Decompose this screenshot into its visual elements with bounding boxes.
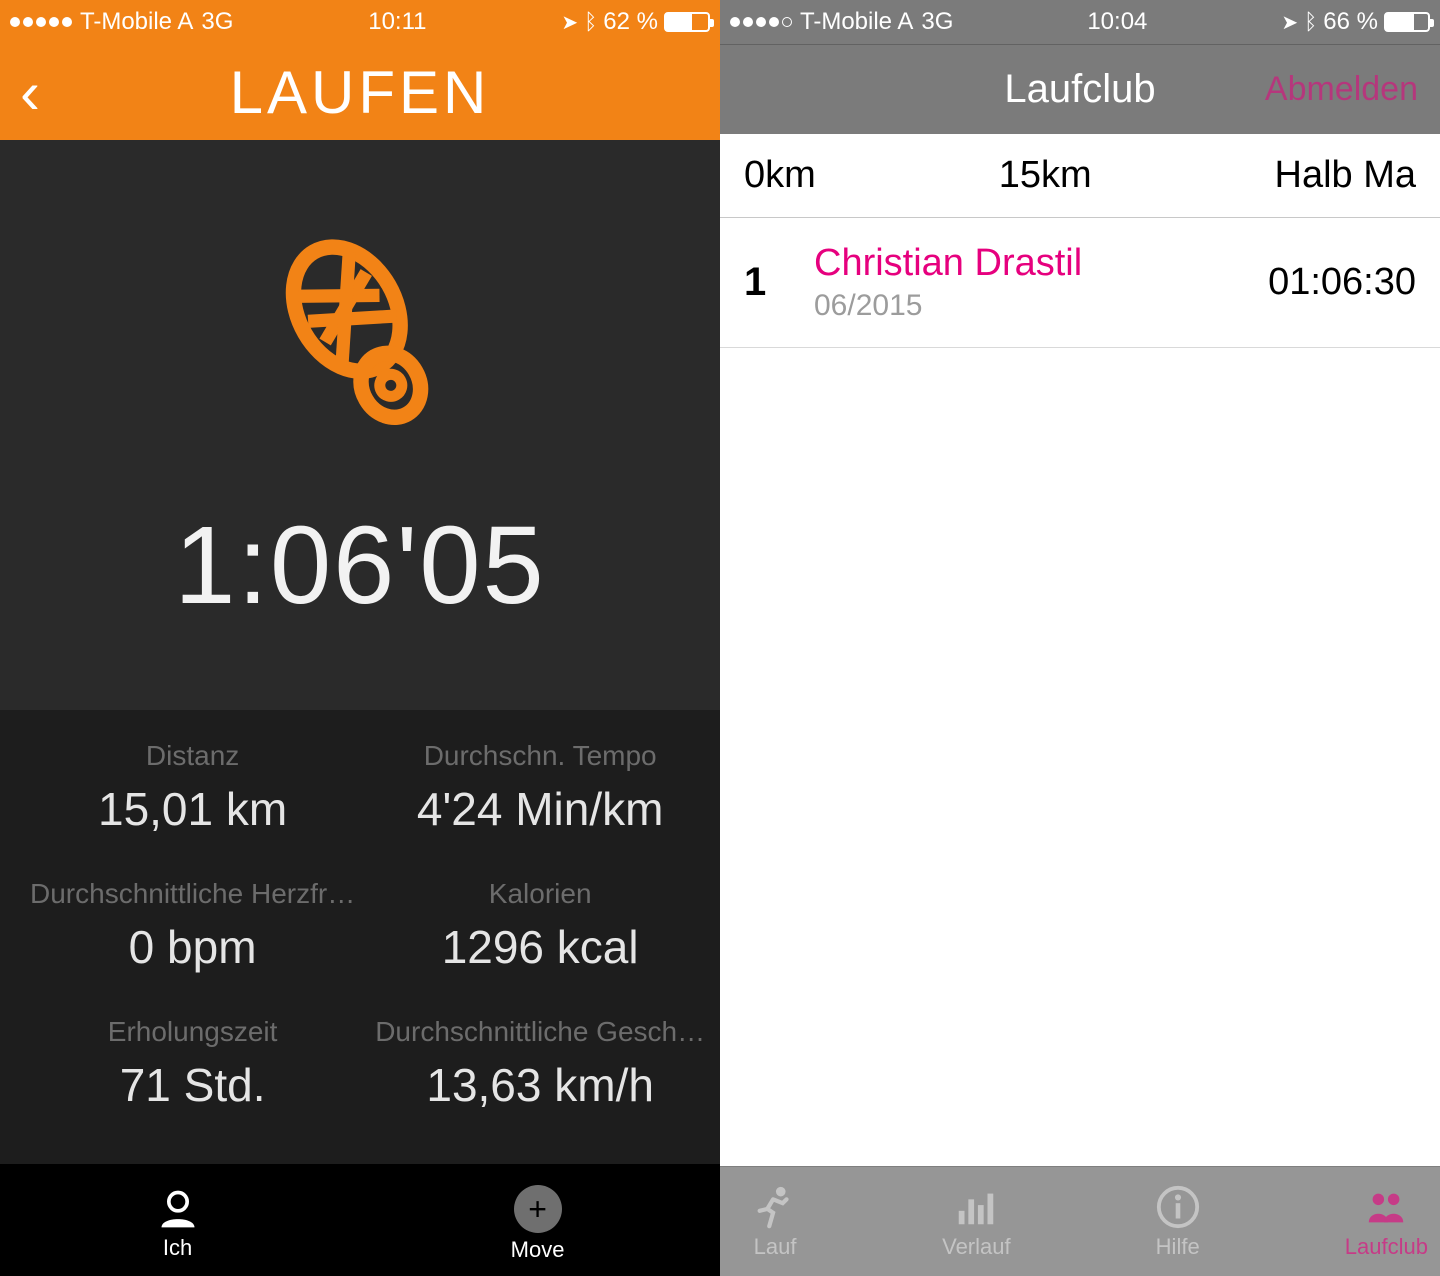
status-time: 10:11 <box>233 8 561 36</box>
tab-label: Laufclub <box>1345 1234 1428 1260</box>
network-label: 3G <box>921 8 953 36</box>
carrier-label: T-Mobile A <box>80 8 193 36</box>
stat-label: Durchschn. Tempo <box>365 740 715 772</box>
bluetooth-icon: ᛒ <box>1304 9 1317 35</box>
stat-label: Distanz <box>20 740 365 772</box>
rank-number: 1 <box>744 260 804 305</box>
stat-label: Durchschnittliche Herzfr… <box>20 878 365 910</box>
tab-label: Lauf <box>754 1234 797 1260</box>
hero-panel: 1:06'05 <box>0 140 720 710</box>
stat-avg-speed: Durchschnittliche Gesch… 13,63 km/h <box>365 1016 715 1154</box>
tabbar-right: Lauf Verlauf Hilfe <box>720 1166 1440 1276</box>
tab-label: Hilfe <box>1156 1234 1200 1260</box>
tab-move[interactable]: + Move <box>511 1185 565 1263</box>
duration-value: 1:06'05 <box>174 502 545 629</box>
leaderboard-row[interactable]: 1 Christian Drastil 06/2015 01:06:30 <box>720 218 1440 348</box>
bars-icon <box>953 1184 999 1230</box>
battery-icon <box>664 12 710 32</box>
tab-half-marathon[interactable]: Halb Ma <box>1275 154 1417 197</box>
distance-tabs[interactable]: 0km 15km Halb Ma <box>720 134 1440 218</box>
stat-label: Erholungszeit <box>20 1016 365 1048</box>
stat-value: 4'24 Min/km <box>365 782 715 836</box>
tab-15km[interactable]: 15km <box>999 154 1092 197</box>
carrier-label: T-Mobile A <box>800 8 913 36</box>
tab-label: Verlauf <box>942 1234 1011 1260</box>
page-title: LAUFEN <box>0 58 720 127</box>
leaderboard-body: 1 Christian Drastil 06/2015 01:06:30 <box>720 218 1440 1166</box>
stat-calories: Kalorien 1296 kcal <box>365 878 715 1016</box>
header-right: Laufclub Abmelden <box>720 44 1440 134</box>
runner-name: Christian Drastil <box>814 242 1268 285</box>
status-time: 10:04 <box>953 8 1281 36</box>
info-icon <box>1155 1184 1201 1230</box>
page-title: Laufclub <box>1004 67 1155 112</box>
profile-icon <box>156 1187 200 1231</box>
stat-label: Kalorien <box>365 878 715 910</box>
status-bar-left: T-Mobile A 3G 10:11 ➤ ᛒ 62 % <box>0 0 720 44</box>
runner-icon <box>752 1184 798 1230</box>
battery-icon <box>1384 12 1430 32</box>
signal-strength-icon <box>730 17 792 27</box>
location-icon: ➤ <box>1281 10 1298 35</box>
entry-meta: Christian Drastil 06/2015 <box>804 242 1268 323</box>
stat-value: 15,01 km <box>20 782 365 836</box>
tab-verlauf[interactable]: Verlauf <box>942 1184 1011 1260</box>
stat-value: 71 Std. <box>20 1058 365 1112</box>
tab-laufclub[interactable]: Laufclub <box>1345 1184 1428 1260</box>
stat-value: 1296 kcal <box>365 920 715 974</box>
status-bar-right: T-Mobile A 3G 10:04 ➤ ᛒ 66 % <box>720 0 1440 44</box>
stat-avg-pace: Durchschn. Tempo 4'24 Min/km <box>365 740 715 878</box>
tab-label: Ich <box>163 1235 192 1261</box>
status-right: ➤ ᛒ 62 % <box>561 8 710 36</box>
stat-value: 13,63 km/h <box>365 1058 715 1112</box>
stat-recovery: Erholungszeit 71 Std. <box>20 1016 365 1154</box>
tab-ich[interactable]: Ich <box>156 1187 200 1261</box>
club-icon <box>1363 1184 1409 1230</box>
phone-left: T-Mobile A 3G 10:11 ➤ ᛒ 62 % ‹ LAUFEN <box>0 0 720 1276</box>
entry-date: 06/2015 <box>814 289 1268 323</box>
stat-distance: Distanz 15,01 km <box>20 740 365 878</box>
status-left: T-Mobile A 3G <box>10 8 233 36</box>
logout-button[interactable]: Abmelden <box>1265 70 1418 109</box>
phone-right: T-Mobile A 3G 10:04 ➤ ᛒ 66 % Laufclub Ab… <box>720 0 1440 1276</box>
entry-time: 01:06:30 <box>1268 261 1416 304</box>
battery-percent: 66 % <box>1323 8 1378 36</box>
signal-strength-icon <box>10 17 72 27</box>
location-icon: ➤ <box>561 10 578 35</box>
status-left: T-Mobile A 3G <box>730 8 953 36</box>
tab-label: Move <box>511 1237 565 1263</box>
battery-percent: 62 % <box>603 8 658 36</box>
stat-avg-hr: Durchschnittliche Herzfr… 0 bpm <box>20 878 365 1016</box>
plus-circle-icon: + <box>514 1185 562 1233</box>
bluetooth-icon: ᛒ <box>584 9 597 35</box>
shoe-sole-icon <box>250 222 470 442</box>
tabbar-left: Ich + Move <box>0 1164 720 1276</box>
tab-0km[interactable]: 0km <box>744 154 816 197</box>
stat-label: Durchschnittliche Gesch… <box>365 1016 715 1048</box>
stats-grid: Distanz 15,01 km Durchschn. Tempo 4'24 M… <box>0 710 720 1164</box>
tab-hilfe[interactable]: Hilfe <box>1155 1184 1201 1260</box>
stat-value: 0 bpm <box>20 920 365 974</box>
tab-lauf[interactable]: Lauf <box>752 1184 798 1260</box>
status-right: ➤ ᛒ 66 % <box>1281 8 1430 36</box>
network-label: 3G <box>201 8 233 36</box>
header-left: ‹ LAUFEN <box>0 44 720 140</box>
